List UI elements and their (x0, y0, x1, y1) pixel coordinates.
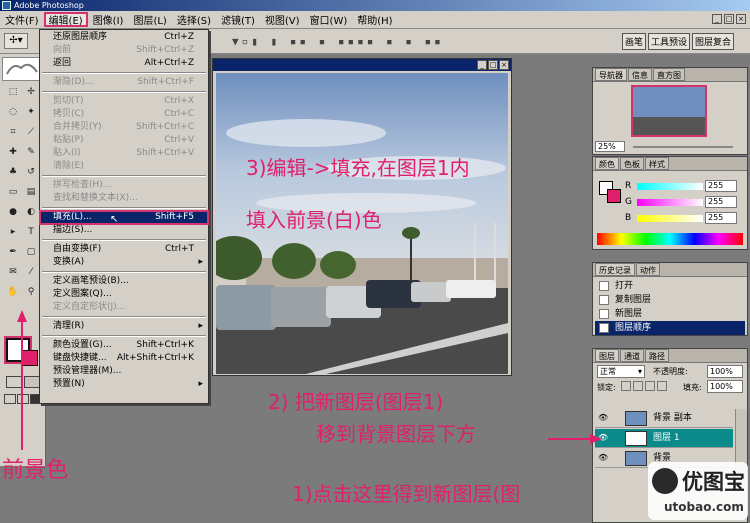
watermark-domain: utobao.com (664, 500, 744, 514)
watermark-brand: 优图宝 (682, 470, 745, 494)
watermark-logo: 优图宝 utobao.com (648, 462, 748, 520)
annotation-arrows (17, 310, 602, 450)
watermark-emblem-icon (652, 468, 678, 494)
